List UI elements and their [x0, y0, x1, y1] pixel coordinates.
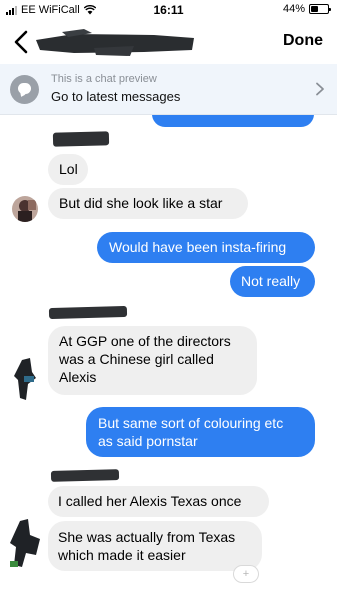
message-bubble[interactable]: I called her Alexis Texas once [48, 486, 269, 517]
message-text: But same sort of colouring etc as said p… [98, 415, 284, 449]
battery-icon [309, 4, 331, 14]
chat-bubble-icon [10, 75, 39, 104]
done-button[interactable]: Done [283, 32, 323, 50]
avatar[interactable] [12, 196, 38, 222]
nav-bar: Done [0, 20, 337, 64]
chevron-right-icon [316, 82, 324, 96]
battery-fill [311, 6, 319, 12]
sender-name-redaction [52, 131, 110, 147]
chat-preview-banner[interactable]: This is a chat preview Go to latest mess… [0, 64, 337, 115]
message-text: Lol [59, 161, 78, 177]
message-text: Would have been insta-firing [109, 239, 287, 255]
message-bubble[interactable]: Not really [230, 266, 315, 297]
message-bubble[interactable]: Lol [48, 154, 88, 185]
message-bubble[interactable]: But did she look like a star [48, 188, 248, 219]
chevron-left-icon[interactable] [10, 28, 34, 56]
add-reaction-icon[interactable]: + [233, 565, 259, 583]
preview-note: This is a chat preview [51, 73, 157, 85]
battery-percent: 44% [282, 3, 305, 15]
status-right: 44% [282, 3, 331, 15]
contact-name-redaction [36, 29, 194, 56]
sender-name-redaction [48, 305, 128, 320]
avatar[interactable] [10, 354, 40, 410]
message-bubble[interactable]: At GGP one of the directors was a Chines… [48, 326, 257, 395]
message-text: I called her Alexis Texas once [58, 493, 242, 509]
add-reaction-label: + [242, 568, 250, 580]
status-bar: EE WiFiCall 16:11 44% [0, 0, 337, 20]
go-to-latest-link[interactable]: Go to latest messages [51, 89, 180, 104]
message-bubble[interactable]: Would have been insta-firing [97, 232, 315, 263]
message-text: At GGP one of the directors was a Chines… [59, 333, 231, 385]
message-bubble[interactable]: But same sort of colouring etc as said p… [86, 407, 315, 457]
message-text: But did she look like a star [59, 195, 223, 211]
message-text: She was actually from Texas which made i… [58, 529, 236, 563]
cut-off-outgoing-bubble [152, 115, 314, 127]
message-bubble[interactable]: She was actually from Texas which made i… [48, 521, 262, 571]
message-thread[interactable]: Lol But did she look like a star Would h… [0, 115, 337, 600]
message-text: Not really [241, 273, 301, 289]
avatar[interactable] [6, 517, 44, 575]
sender-name-redaction [50, 469, 120, 482]
